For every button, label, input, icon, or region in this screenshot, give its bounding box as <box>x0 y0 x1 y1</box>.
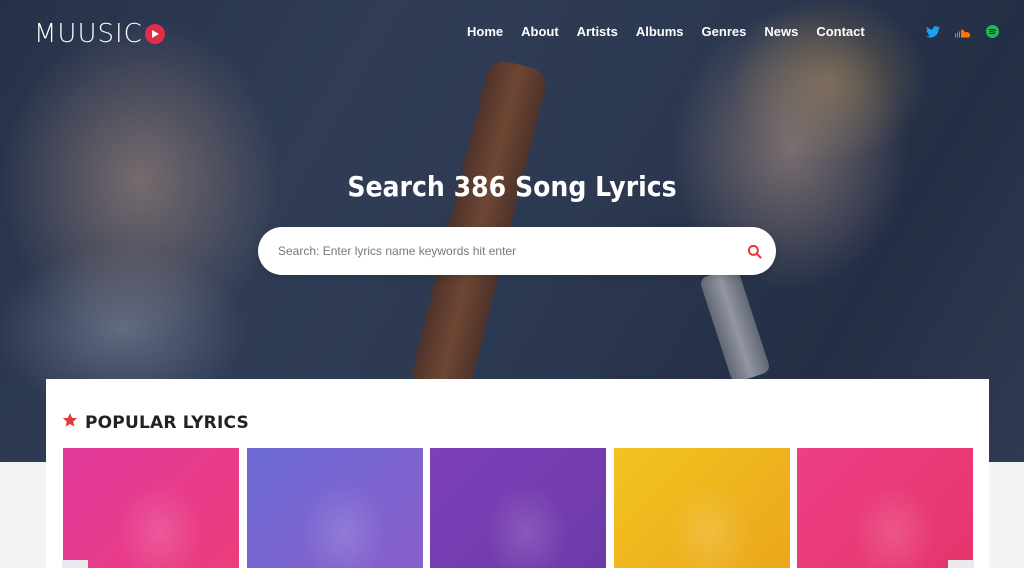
spotify-icon[interactable] <box>986 25 999 43</box>
lyric-card[interactable] <box>614 448 790 568</box>
lyric-card[interactable] <box>797 448 973 568</box>
play-icon <box>144 24 165 44</box>
nav-albums[interactable]: Albums <box>636 24 684 39</box>
social-links <box>926 25 999 43</box>
nav-news[interactable]: News <box>764 24 798 39</box>
logo-text: MUUSIC <box>34 19 143 49</box>
section-title: POPULAR LYRICS <box>85 412 249 433</box>
search-input[interactable] <box>258 244 732 258</box>
nav-contact[interactable]: Contact <box>816 24 864 39</box>
section-header: POPULAR LYRICS <box>62 412 249 433</box>
nav-genres[interactable]: Genres <box>702 24 747 39</box>
lyric-card[interactable] <box>63 448 239 568</box>
carousel-next-button[interactable] <box>948 560 974 568</box>
lyric-card[interactable] <box>430 448 606 568</box>
hero-title: Search 386 Song Lyrics <box>347 170 677 203</box>
lyric-card[interactable] <box>247 448 423 568</box>
main-nav: Home About Artists Albums Genres News Co… <box>458 24 874 39</box>
twitter-icon[interactable] <box>926 25 940 43</box>
star-icon <box>62 412 78 433</box>
nav-artists[interactable]: Artists <box>577 24 618 39</box>
search-bar <box>258 227 776 275</box>
nav-about[interactable]: About <box>521 24 559 39</box>
soundcloud-icon[interactable] <box>954 25 972 43</box>
popular-lyrics-panel: POPULAR LYRICS <box>46 379 989 568</box>
site-logo[interactable]: MUUSIC <box>34 19 165 49</box>
carousel-prev-button[interactable] <box>62 560 88 568</box>
nav-home[interactable]: Home <box>467 24 503 39</box>
search-icon[interactable] <box>732 227 776 275</box>
